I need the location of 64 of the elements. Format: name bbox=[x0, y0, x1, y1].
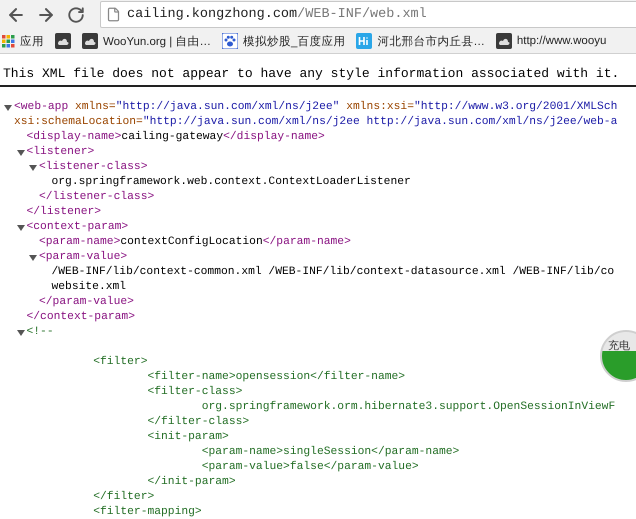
hi-logo-icon bbox=[356, 33, 372, 49]
address-bar[interactable]: cailing.kongzhong.com/WEB-INF/web.xml bbox=[100, 1, 636, 28]
xml-comment-text: org.springframework.orm.hibernate3.support.OpenSessionInViewF bbox=[200, 400, 616, 415]
xml-attribute-value: "http://java.sun.com/xml/ns/j2ee" bbox=[116, 100, 340, 115]
reload-icon bbox=[67, 6, 85, 24]
bookmark-label: http://www.wooyu bbox=[516, 35, 606, 47]
cloud-icon bbox=[55, 33, 71, 49]
bookmark-link[interactable] bbox=[55, 33, 71, 49]
collapse-triangle-icon[interactable] bbox=[16, 148, 24, 156]
xml-comment-text: <param-value>false</param-value> bbox=[200, 460, 419, 475]
xml-comment-text: <filter> bbox=[92, 355, 148, 370]
xml-attribute-name: xmlns:xsi= bbox=[346, 100, 414, 115]
xml-comment-text: </filter> bbox=[92, 490, 154, 505]
bookmark-label: 河北邢台市内丘县… bbox=[377, 34, 485, 48]
xml-text: cailing-gateway bbox=[121, 130, 224, 145]
xml-tag: </display-name> bbox=[223, 130, 325, 145]
xml-comment-text: <!-- bbox=[26, 325, 54, 340]
cloud-icon bbox=[496, 33, 512, 49]
xml-tag: </param-value> bbox=[39, 295, 134, 310]
xml-comment-text: <init-param> bbox=[146, 430, 229, 445]
xml-tag: </listener> bbox=[26, 205, 102, 220]
xml-tag: </param-name> bbox=[262, 235, 351, 250]
xml-tag: <web-app bbox=[14, 100, 76, 115]
collapse-triangle-icon[interactable] bbox=[29, 254, 37, 262]
xml-tag: <context-param> bbox=[26, 220, 128, 235]
xml-attribute-value: "http://java.sun.com/xml/ns/j2ee http://java.sun.com/xml/ns/j2ee/web-a bbox=[142, 115, 618, 130]
collapse-triangle-icon[interactable] bbox=[29, 164, 37, 172]
bookmark-link[interactable]: 模拟炒股_百度应用 bbox=[222, 33, 346, 49]
xml-comment-text: <filter-class> bbox=[146, 385, 242, 400]
xml-tag: <display-name> bbox=[26, 130, 122, 145]
xml-text: org.springframework.web.context.ContextLoaderListener bbox=[52, 175, 411, 190]
floating-charge-widget[interactable]: 充电 bbox=[600, 330, 636, 382]
bookmark-link[interactable]: 河北邢台市内丘县… bbox=[356, 33, 485, 49]
cloud-icon bbox=[82, 33, 98, 49]
xml-attribute-name: xmlns= bbox=[75, 100, 116, 115]
xml-comment-text: <filter-mapping> bbox=[92, 505, 202, 519]
apps-grid-icon bbox=[2, 34, 15, 48]
xml-tag: </context-param> bbox=[26, 310, 135, 325]
xml-text: contextConfigLocation bbox=[120, 235, 263, 250]
paw-icon bbox=[222, 33, 238, 49]
xml-comment-text: </init-param> bbox=[146, 475, 236, 490]
xml-tag: </listener-class> bbox=[39, 190, 154, 205]
bookmark-label: 模拟炒股_百度应用 bbox=[242, 34, 346, 48]
xml-comment-text: <param-name>singleSession</param-name> bbox=[200, 445, 460, 460]
xml-attribute-value: "http://www.w3.org/2001/XMLSch bbox=[414, 100, 618, 115]
bookmark-link[interactable]: http://www.wooyu bbox=[496, 33, 606, 49]
bookmark-label: 应用 bbox=[20, 34, 44, 48]
bookmark-label: WooYun.org | 自由… bbox=[103, 34, 211, 48]
xml-tag: <listener> bbox=[26, 145, 94, 160]
xml-tag: <listener-class> bbox=[39, 160, 148, 175]
apps-shortcut[interactable]: 应用 bbox=[2, 34, 44, 48]
xml-text: /WEB-INF/lib/context-common.xml /WEB-INF/lib/context-datasource.xml /WEB-INF/lib/co bbox=[52, 265, 614, 280]
collapse-triangle-icon[interactable] bbox=[16, 224, 24, 232]
collapse-triangle-icon[interactable] bbox=[16, 328, 24, 336]
bookmark-link[interactable]: WooYun.org | 自由… bbox=[82, 33, 211, 49]
xml-tag: <param-value> bbox=[39, 250, 128, 265]
xml-comment-text: <filter-name>opensession</filter-name> bbox=[146, 370, 406, 385]
page-icon bbox=[106, 7, 121, 22]
xml-text: website.xml bbox=[52, 280, 126, 295]
xml-attribute-name: xsi:schemaLocation= bbox=[14, 115, 143, 130]
xml-comment-text: </filter-class> bbox=[146, 415, 250, 430]
xml-style-notice: This XML file does not appear to have any style information associated with it. bbox=[0, 66, 636, 87]
collapse-triangle-icon[interactable] bbox=[4, 104, 12, 112]
xml-tag: <param-name> bbox=[39, 235, 120, 250]
